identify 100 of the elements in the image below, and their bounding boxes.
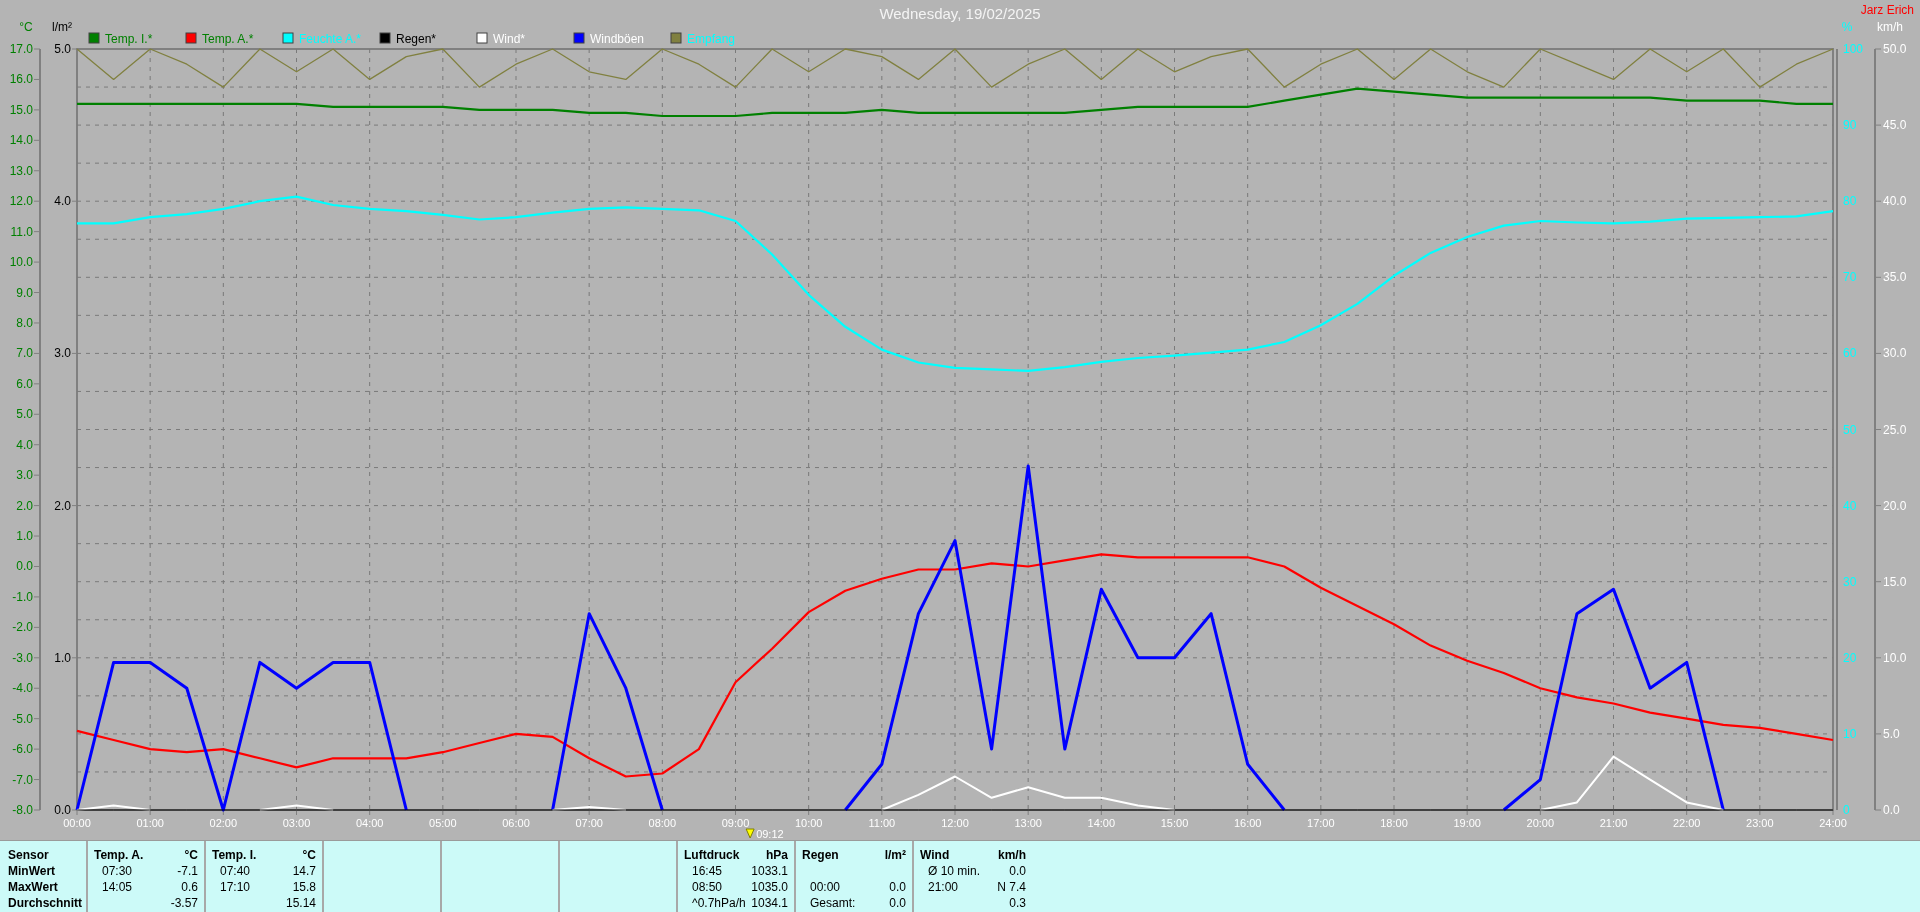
tick-label: -2.0 bbox=[12, 620, 33, 635]
chart-title: Wednesday, 19/02/2025 bbox=[879, 5, 1041, 22]
tick-label: 4.0 bbox=[54, 194, 71, 209]
column-header: Regen bbox=[802, 847, 839, 863]
table-cell-text: 08:50 bbox=[691, 879, 723, 895]
tick-label: 2.0 bbox=[16, 498, 33, 513]
tick-label: 1.0 bbox=[16, 529, 33, 544]
tick-label: 23:00 bbox=[1746, 817, 1774, 829]
tick-label: 4.0 bbox=[16, 437, 33, 452]
tick-label: 5.0 bbox=[16, 407, 33, 422]
tick-label: 60 bbox=[1843, 346, 1857, 361]
tick-label: 5.0 bbox=[54, 42, 71, 56]
tick-label: 10.0 bbox=[1883, 650, 1907, 665]
tick-label: -7.0 bbox=[12, 772, 33, 787]
column-header: Luftdruck bbox=[684, 847, 740, 863]
table-cell: 0.0 bbox=[1009, 863, 1026, 879]
tick-label: 70 bbox=[1843, 270, 1857, 285]
column-header: Wind bbox=[920, 847, 950, 863]
tick-label: 05:00 bbox=[429, 817, 457, 829]
author-label: Jarz Erich bbox=[1860, 3, 1914, 17]
tick-label: -5.0 bbox=[12, 711, 33, 726]
tick-label: 11.0 bbox=[10, 224, 33, 239]
tick-label: 5.0 bbox=[1883, 726, 1900, 741]
tick-label: 3.0 bbox=[16, 468, 33, 483]
tick-label: 20.0 bbox=[1883, 498, 1907, 513]
tick-label: 16:00 bbox=[1233, 817, 1262, 829]
tick-label: 13.0 bbox=[9, 163, 33, 178]
unit-header: km/h bbox=[998, 847, 1026, 863]
table-cell: 0.0 bbox=[889, 895, 906, 911]
table-cell: 15.14 bbox=[285, 895, 316, 911]
tick-label: 10:00 bbox=[794, 817, 823, 829]
unit-header: hPa bbox=[766, 847, 788, 863]
tick-label: 0.0 bbox=[1883, 803, 1900, 817]
table-cell-text: 00:00 bbox=[809, 879, 841, 895]
table-cell: 15.8 bbox=[292, 879, 316, 895]
axis-unit-label: % bbox=[1841, 20, 1853, 34]
tick-label: 04:00 bbox=[355, 817, 384, 829]
tick-label: 16.0 bbox=[9, 72, 33, 87]
axis-unit-label: °C bbox=[19, 20, 33, 34]
table-cell: 1033.1 bbox=[751, 863, 788, 879]
table-cell-text: Gesamt: bbox=[809, 895, 856, 911]
table-cell-text: 17:10 bbox=[219, 879, 251, 895]
axis-unit-label: km/h bbox=[1877, 20, 1903, 34]
tick-label: 50 bbox=[1843, 422, 1857, 437]
tick-label: 7.0 bbox=[16, 346, 33, 361]
table-cell: 0.6 bbox=[181, 879, 198, 895]
axis-unit-label: l/m² bbox=[52, 20, 72, 34]
table-cell-text: 07:30 bbox=[101, 863, 133, 879]
tick-label: 8.0 bbox=[16, 315, 33, 330]
unit-header: °C bbox=[184, 847, 198, 863]
tick-label: -6.0 bbox=[12, 742, 33, 757]
tick-label: 9.0 bbox=[16, 285, 33, 300]
tick-label: 09:00 bbox=[721, 817, 750, 829]
legend-label: Windböen bbox=[590, 32, 645, 46]
tick-label: 35.0 bbox=[1883, 270, 1907, 285]
tick-label: 17:00 bbox=[1307, 817, 1335, 829]
table-cell-text: 21:00 bbox=[927, 879, 959, 895]
tick-label: 2.0 bbox=[54, 498, 71, 513]
tick-label: 0.0 bbox=[54, 803, 71, 817]
tick-label: 0.0 bbox=[16, 559, 33, 574]
tick-label: -1.0 bbox=[12, 589, 33, 604]
tick-label: 00:00 bbox=[63, 817, 91, 829]
row-label: Sensor bbox=[8, 847, 49, 863]
tick-label: 50.0 bbox=[1883, 42, 1907, 56]
table-cell-text: 07:40 bbox=[219, 863, 251, 879]
unit-header: l/m² bbox=[884, 847, 906, 863]
tick-label: 14:00 bbox=[1087, 817, 1116, 829]
row-label: MaxWert bbox=[8, 879, 58, 895]
column-header: Temp. I. bbox=[212, 847, 257, 863]
table-cell: N 7.4 bbox=[997, 879, 1026, 895]
tick-label: 30.0 bbox=[1883, 346, 1907, 361]
legend-label: Temp. A.* bbox=[202, 32, 254, 46]
tick-label: 90 bbox=[1843, 118, 1857, 133]
legend-label: Feuchte A.* bbox=[299, 32, 362, 46]
tick-label: 18:00 bbox=[1380, 817, 1408, 829]
table-cell: 1035.0 bbox=[751, 879, 788, 895]
legend-label: Regen* bbox=[396, 32, 437, 46]
tick-label: 25.0 bbox=[1883, 422, 1907, 437]
tick-label: 40 bbox=[1843, 498, 1857, 513]
table-cell: 14.7 bbox=[292, 863, 316, 879]
tick-label: 19:00 bbox=[1453, 817, 1481, 829]
tick-label: 45.0 bbox=[1883, 118, 1907, 133]
tick-label: 15:00 bbox=[1160, 817, 1189, 829]
table-cell-text: Ø 10 min. bbox=[927, 863, 981, 879]
tick-label: 10 bbox=[1843, 726, 1857, 741]
tick-label: 20 bbox=[1843, 650, 1857, 665]
table-cell-text: ^0.7hPa/h bbox=[691, 895, 746, 911]
tick-label: 21:00 bbox=[1599, 817, 1628, 829]
table-cell: 0.3 bbox=[1009, 895, 1026, 911]
tick-label: 03:00 bbox=[282, 817, 311, 829]
tick-label: 17.0 bbox=[9, 42, 33, 56]
tick-label: 02:00 bbox=[209, 817, 238, 829]
tick-label: 22:00 bbox=[1672, 817, 1701, 829]
row-label: MinWert bbox=[8, 863, 56, 879]
table-cell: -3.57 bbox=[170, 895, 198, 911]
tick-label: 80 bbox=[1843, 194, 1857, 209]
tick-label: -8.0 bbox=[12, 803, 33, 817]
tick-label: 100 bbox=[1843, 42, 1864, 56]
marker-icon bbox=[745, 828, 755, 839]
tick-label: 6.0 bbox=[16, 376, 33, 391]
